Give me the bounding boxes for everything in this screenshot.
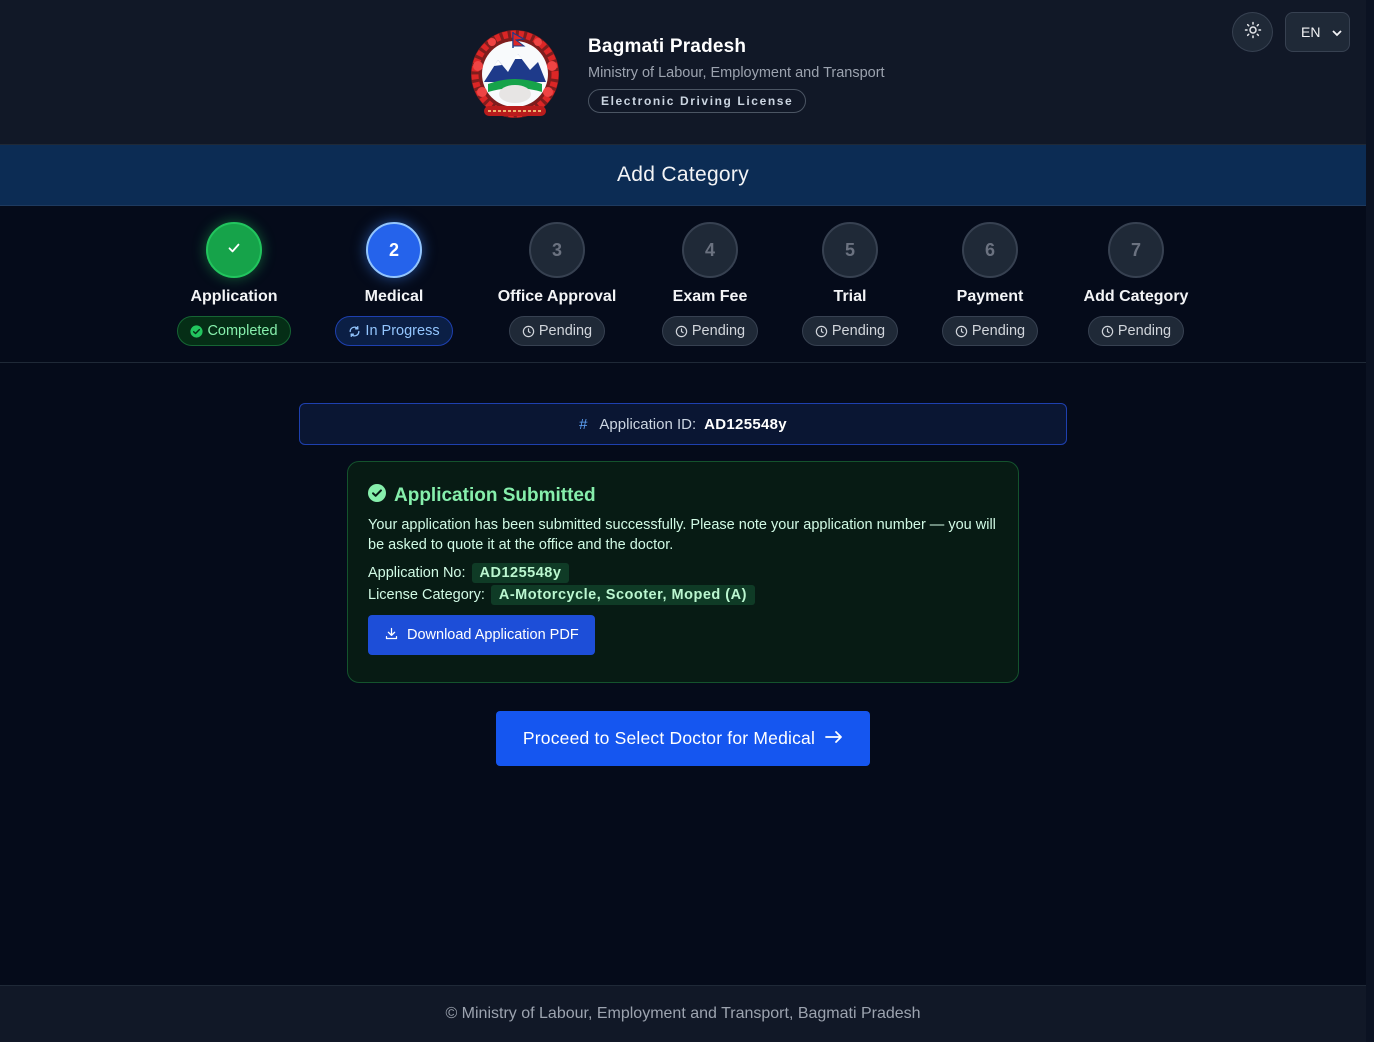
status-text: Completed [207,323,278,339]
clock-icon [522,325,535,338]
card-header: Application Submitted [368,484,998,507]
arrow-right-icon [825,728,843,749]
step-circle: 5 [822,222,878,278]
download-pdf-button[interactable]: Download Application PDF [368,615,595,655]
step-circle: 7 [1108,222,1164,278]
download-label: Download Application PDF [407,627,579,643]
download-icon [384,626,399,645]
site-header: Bagmati Pradesh Ministry of Labour, Empl… [0,0,1366,145]
brand: Bagmati Pradesh Ministry of Labour, Empl… [588,36,885,113]
step-circle: 6 [962,222,1018,278]
page-scrollbar[interactable] [1366,0,1374,1042]
hash-icon: # [579,415,588,433]
language-value: EN [1301,24,1321,40]
status-badge: Pending [801,316,899,346]
status-text: Pending [691,323,746,339]
footer-text: © Ministry of Labour, Employment and Tra… [445,1005,921,1022]
application-number-value: AD125548y [471,563,570,583]
license-category-value: A-Motorcycle, Scooter, Moped (A) [490,585,755,605]
theme-toggle-button[interactable] [1232,12,1273,52]
application-id-value: AD125548y [704,415,787,433]
step-circle: 2 [366,222,422,278]
status-text: Pending [538,323,593,339]
status-badge: In Progress [335,316,453,346]
card-message: Your application has been submitted succ… [368,517,996,553]
clock-icon [955,325,968,338]
clock-icon [815,325,828,338]
check-circle-icon [368,484,386,507]
license-category-row: License Category: A-Motorcycle, Scooter,… [368,585,998,605]
status-text: Pending [1117,323,1172,339]
step-label: Application [190,288,278,305]
step-label: Add Category [1083,288,1189,305]
license-category-label: License Category: [368,587,485,603]
brand-subtitle: Ministry of Labour, Employment and Trans… [588,65,885,81]
step-medical: 2 Medical In Progress [304,222,484,346]
clock-icon [675,325,688,338]
status-text: Pending [831,323,886,339]
step-add-category: 7 Add Category Pending [1046,222,1226,346]
page-title-bar: Add Category [0,145,1366,206]
application-submitted-card: Application Submitted Your application h… [347,461,1019,683]
check-icon [225,239,243,262]
status-text: In Progress [365,323,440,339]
page-title: Add Category [616,163,749,186]
clock-icon [1101,325,1114,338]
application-id-bar: # Application ID: AD125548y [299,403,1067,445]
status-badge: Pending [1087,316,1185,346]
page: Bagmati Pradesh Ministry of Labour, Empl… [0,0,1366,1042]
site-footer: © Ministry of Labour, Employment and Tra… [0,985,1366,1042]
status-text: Pending [971,323,1026,339]
status-badge: Pending [508,316,606,346]
status-badge: Pending [661,316,759,346]
license-badge: Electronic Driving License [588,89,807,113]
brand-title: Bagmati Pradesh [588,36,747,57]
progress-stepper: Application Completed 2 Medical In Progr… [0,206,1366,363]
sun-icon [1244,21,1262,44]
chevron-down-icon [1332,24,1343,40]
proceed-to-doctor-button[interactable]: Proceed to Select Doctor for Medical [496,711,870,766]
step-circle [206,222,262,278]
language-select[interactable]: EN [1285,12,1350,52]
status-badge: Pending [941,316,1039,346]
application-number-row: Application No: AD125548y [368,563,998,583]
step-circle: 4 [682,222,738,278]
check-circle-icon [190,324,204,338]
application-id-label: Application ID: [599,415,697,433]
refresh-icon [348,325,361,338]
application-number-label: Application No: [368,565,466,581]
card-title: Application Submitted [394,484,596,506]
nepal-emblem-icon [458,26,572,124]
step-circle: 3 [529,222,585,278]
step-application: Application Completed [144,222,324,346]
step-label: Medical [364,288,424,305]
status-badge: Completed [177,316,291,346]
proceed-label: Proceed to Select Doctor for Medical [522,728,816,748]
